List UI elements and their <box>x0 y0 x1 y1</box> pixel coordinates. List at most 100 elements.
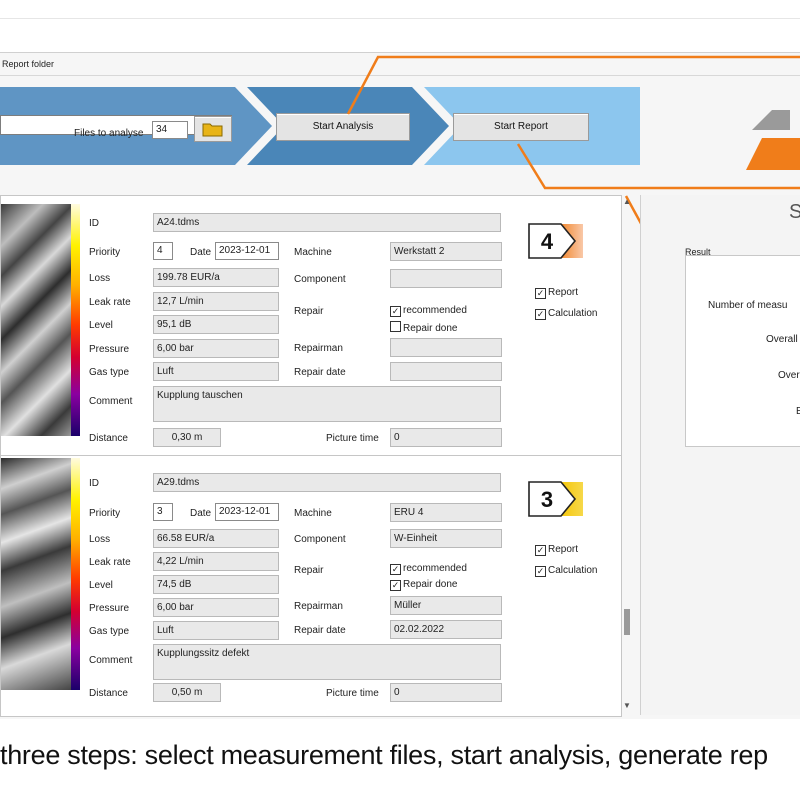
repair-done-checkbox[interactable]: ✓ Repair done <box>390 579 457 591</box>
level-field[interactable]: 74,5 dB <box>153 575 279 594</box>
level-label: Level <box>89 320 113 331</box>
repair-recommended-checkbox[interactable]: ✓ recommended <box>390 305 467 317</box>
repairman-label: Repairman <box>294 343 343 354</box>
checkmark-icon: ✓ <box>535 288 546 299</box>
loss-label: Loss <box>89 534 111 545</box>
repair-done-label: Repair done <box>403 323 458 334</box>
result-line: Number of measu <box>708 300 788 311</box>
level-field[interactable]: 95,1 dB <box>153 315 279 334</box>
date-label: Date <box>190 247 212 258</box>
machine-label: Machine <box>294 247 332 258</box>
leak-rate-label: Leak rate <box>89 557 131 568</box>
repair-label: Repair <box>294 306 324 317</box>
id-label: ID <box>89 478 99 489</box>
record-divider <box>1 455 621 456</box>
component-label: Component <box>294 274 346 285</box>
scroll-up-arrow-icon[interactable]: ▲ <box>623 197 631 206</box>
loss-label: Loss <box>89 273 111 284</box>
recommended-label: recommended <box>403 305 467 316</box>
loss-field[interactable]: 199.78 EUR/a <box>153 268 279 287</box>
machine-field[interactable]: Werkstatt 2 <box>390 242 502 261</box>
date-field[interactable]: 2023-12-01 <box>215 503 279 521</box>
repairman-label: Repairman <box>294 601 343 612</box>
records-scrollbar[interactable]: ▲ ▼ <box>622 197 632 713</box>
id-field[interactable]: A29.tdms <box>153 473 501 492</box>
component-label: Component <box>294 534 346 545</box>
color-scale <box>71 458 80 690</box>
gas-type-field[interactable]: Luft <box>153 621 279 640</box>
calculation-checkbox[interactable]: ✓ Calculation <box>535 565 597 577</box>
report-checkbox[interactable]: ✓ Report <box>535 544 578 556</box>
repair-done-checkbox[interactable]: Repair done <box>390 321 457 334</box>
id-field[interactable]: A24.tdms <box>153 213 501 232</box>
picture-time-field[interactable]: 0 <box>390 428 502 447</box>
priority-label: Priority <box>89 508 121 519</box>
gas-type-label: Gas type <box>89 626 130 637</box>
checkmark-icon: ✓ <box>390 306 401 317</box>
result-box: Number of measu Overall Over E <box>685 255 800 447</box>
repairman-field[interactable] <box>390 338 502 357</box>
machine-field[interactable]: ERU 4 <box>390 503 502 522</box>
distance-label: Distance <box>89 688 128 699</box>
thermal-image[interactable] <box>1 204 71 436</box>
priority-field[interactable]: 4 <box>153 242 173 260</box>
repair-date-field[interactable]: 02.02.2022 <box>390 620 502 639</box>
repair-recommended-checkbox[interactable]: ✓ recommended <box>390 563 467 575</box>
machine-label: Machine <box>294 508 332 519</box>
comment-field[interactable]: Kupplung tauschen <box>153 386 501 422</box>
picture-time-label: Picture time <box>326 688 379 699</box>
pressure-field[interactable]: 6,00 bar <box>153 598 279 617</box>
repair-label: Repair <box>294 565 324 576</box>
measurement-record: ID A29.tdms Priority 3 Date 2023-12-01 L… <box>1 458 621 716</box>
scroll-down-arrow-icon[interactable]: ▼ <box>623 701 631 710</box>
records-panel: ID A24.tdms Priority 4 Date 2023-12-01 L… <box>0 195 622 717</box>
checkmark-icon: ✓ <box>535 566 546 577</box>
leak-rate-field[interactable]: 4,22 L/min <box>153 552 279 571</box>
measurement-record: ID A24.tdms Priority 4 Date 2023-12-01 L… <box>1 196 621 454</box>
priority-badge-number: 3 <box>541 487 553 512</box>
result-line: E <box>796 406 800 417</box>
distance-field[interactable]: 0,50 m <box>153 683 221 702</box>
figure-caption: three steps: select measurement files, s… <box>0 740 768 770</box>
checkmark-icon: ✓ <box>535 545 546 556</box>
leak-rate-field[interactable]: 12,7 L/min <box>153 292 279 311</box>
date-label: Date <box>190 508 212 519</box>
result-line: Over <box>778 370 800 381</box>
repair-date-label: Repair date <box>294 367 346 378</box>
priority-badge: 3 <box>528 481 583 517</box>
comment-field[interactable]: Kupplungssitz defekt <box>153 644 501 680</box>
priority-badge: 4 <box>528 223 583 259</box>
report-label: Report <box>548 544 579 555</box>
id-label: ID <box>89 218 99 229</box>
distance-field[interactable]: 0,30 m <box>153 428 221 447</box>
thermal-image[interactable] <box>1 458 71 690</box>
repair-date-field[interactable] <box>390 362 502 381</box>
pressure-field[interactable]: 6,00 bar <box>153 339 279 358</box>
calculation-label: Calculation <box>548 308 598 319</box>
pressure-label: Pressure <box>89 344 130 355</box>
component-field[interactable] <box>390 269 502 288</box>
result-line: Overall <box>766 334 798 345</box>
picture-time-label: Picture time <box>326 433 379 444</box>
priority-field[interactable]: 3 <box>153 503 173 521</box>
repairman-field[interactable]: Müller <box>390 596 502 615</box>
distance-label: Distance <box>89 433 128 444</box>
gas-type-field[interactable]: Luft <box>153 362 279 381</box>
recommended-label: recommended <box>403 563 467 574</box>
priority-label: Priority <box>89 247 121 258</box>
component-field[interactable]: W-Einheit <box>390 529 502 548</box>
date-field[interactable]: 2023-12-01 <box>215 242 279 260</box>
result-panel-title: S <box>789 201 800 223</box>
loss-field[interactable]: 66.58 EUR/a <box>153 529 279 548</box>
checkmark-icon: ✓ <box>390 564 401 575</box>
picture-time-field[interactable]: 0 <box>390 683 502 702</box>
priority-badge-number: 4 <box>541 229 554 254</box>
scroll-thumb[interactable] <box>624 609 630 635</box>
comment-label: Comment <box>89 396 133 407</box>
repair-date-label: Repair date <box>294 625 346 636</box>
report-label: Report <box>548 287 579 298</box>
gas-type-label: Gas type <box>89 367 130 378</box>
color-scale <box>71 204 80 436</box>
report-checkbox[interactable]: ✓ Report <box>535 287 578 299</box>
calculation-checkbox[interactable]: ✓ Calculation <box>535 308 597 320</box>
